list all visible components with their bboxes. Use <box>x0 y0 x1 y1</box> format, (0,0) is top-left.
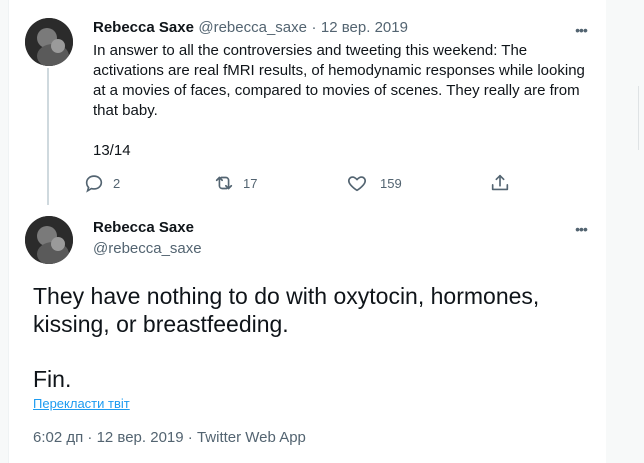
timeline-panel: Rebecca Saxe @rebecca_saxe · 12 вер. 201… <box>8 0 608 463</box>
thread-count: 13/14 <box>93 142 131 159</box>
like-button[interactable]: 159 <box>346 172 402 194</box>
tweet-meta[interactable]: 6:02 дп · 12 вер. 2019 · Twitter Web App <box>33 429 306 446</box>
author-name[interactable]: Rebecca Saxe <box>93 219 194 236</box>
tweet1-text: In answer to all the controversies and t… <box>93 42 585 119</box>
like-count: 159 <box>380 175 402 191</box>
like-icon <box>346 172 368 194</box>
tweet2-text: They have nothing to do with oxytocin, h… <box>33 283 540 337</box>
avatar[interactable] <box>25 18 73 66</box>
tweet-date[interactable]: 12 вер. 2019 <box>321 19 408 36</box>
reply-count: 2 <box>113 175 121 191</box>
scroll-divider <box>638 86 639 150</box>
thread-line <box>47 68 49 205</box>
translate-link[interactable]: Перекласти твіт <box>33 396 130 411</box>
author-handle[interactable]: @rebecca_saxe <box>93 240 202 257</box>
separator: · <box>311 19 317 36</box>
retweet-count: 17 <box>243 175 258 191</box>
reply-button[interactable]: 2 <box>83 172 120 194</box>
more-icon[interactable]: ••• <box>571 222 591 236</box>
more-icon[interactable]: ••• <box>571 23 591 37</box>
reply-icon <box>83 172 105 194</box>
retweet-button[interactable]: 17 <box>213 172 257 194</box>
author-handle[interactable]: @rebecca_saxe <box>198 19 307 36</box>
share-button[interactable] <box>489 172 511 194</box>
author-name[interactable]: Rebecca Saxe <box>93 19 194 36</box>
avatar[interactable] <box>25 216 73 264</box>
right-column <box>606 0 644 463</box>
tweet2-fin: Fin. <box>33 366 72 392</box>
share-icon <box>489 172 511 194</box>
tweet1-header: Rebecca Saxe @rebecca_saxe · 12 вер. 201… <box>93 19 408 37</box>
retweet-icon <box>213 172 235 194</box>
